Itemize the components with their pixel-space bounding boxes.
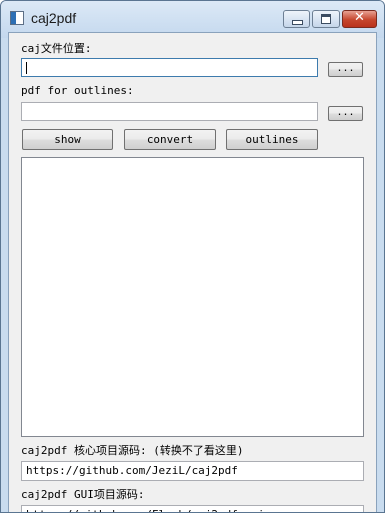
output-textarea[interactable] bbox=[21, 157, 364, 437]
show-button[interactable]: show bbox=[22, 129, 113, 150]
convert-button[interactable]: convert bbox=[124, 129, 216, 150]
caj-browse-button[interactable]: ... bbox=[328, 62, 363, 77]
pdf-outlines-input[interactable] bbox=[21, 102, 318, 121]
core-source-label: caj2pdf 核心项目源码: (转换不了看这里) bbox=[21, 444, 244, 457]
app-icon bbox=[10, 11, 24, 25]
pdf-outlines-label: pdf for outlines: bbox=[21, 84, 134, 97]
gui-source-label: caj2pdf GUI项目源码: bbox=[21, 488, 145, 501]
core-source-url[interactable]: https://github.com/JeziL/caj2pdf bbox=[21, 461, 364, 481]
outlines-button[interactable]: outlines bbox=[226, 129, 318, 150]
maximize-icon bbox=[321, 14, 331, 24]
pdf-browse-button[interactable]: ... bbox=[328, 106, 363, 121]
minimize-icon bbox=[292, 20, 303, 25]
close-icon: ✕ bbox=[354, 10, 365, 25]
gui-source-url[interactable]: https://github.com/Flash/caj2pdf-gui bbox=[21, 505, 364, 512]
maximize-button[interactable] bbox=[312, 10, 340, 28]
window-title: caj2pdf bbox=[31, 10, 77, 26]
caj-path-label: caj文件位置: bbox=[21, 42, 92, 55]
minimize-button[interactable] bbox=[283, 10, 310, 28]
close-button[interactable]: ✕ bbox=[342, 10, 377, 28]
main-panel: caj文件位置: ... pdf for outlines: ... show … bbox=[8, 32, 377, 512]
app-window: caj2pdf ✕ caj文件位置: ... pdf for outlines:… bbox=[0, 0, 385, 513]
text-caret bbox=[26, 62, 27, 74]
caj-path-input[interactable] bbox=[21, 58, 318, 77]
